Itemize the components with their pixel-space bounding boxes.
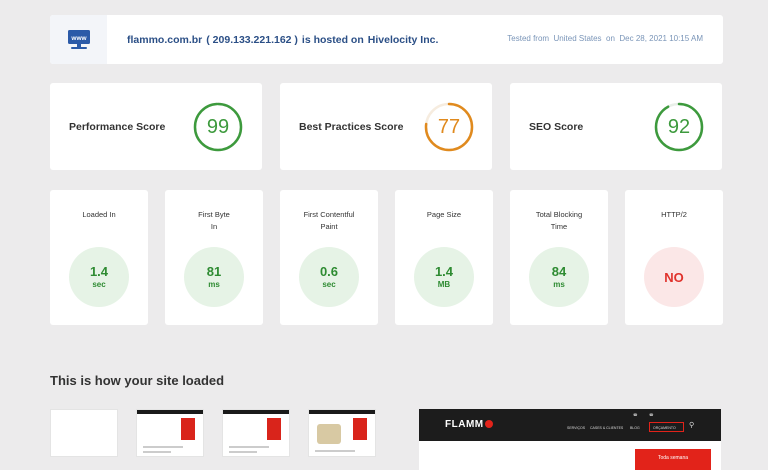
metric-value: 84 xyxy=(551,264,567,279)
metric-label: HTTP/2 xyxy=(661,210,687,219)
test-date: Dec 28, 2021 10:15 AM xyxy=(619,34,703,43)
metric-card-total-blocking-time: Total Blocking Time 84 ms xyxy=(510,190,608,325)
test-details: Tested from United States on Dec 28, 202… xyxy=(507,34,703,43)
metric-unit: sec xyxy=(92,280,106,289)
final-screenshot-preview[interactable]: FLAMM ☎ ☎ SERVIÇOS CASES & CLIENTES BLOG… xyxy=(419,409,721,470)
ip-address: ( 209.133.221.162 ) xyxy=(206,33,298,46)
score-value: 92 xyxy=(667,115,691,138)
metric-unit: ms xyxy=(553,280,565,289)
performance-score-card: Performance Score 99 xyxy=(50,83,262,170)
metric-label: First Byte In xyxy=(198,210,230,231)
svg-text:www: www xyxy=(70,35,87,42)
metric-value: 0.6 xyxy=(319,264,339,279)
metric-card-page-size: Page Size 1.4 MB xyxy=(395,190,493,325)
metric-value: NO xyxy=(664,269,684,285)
www-monitor-icon: www xyxy=(50,15,107,64)
metric-value-badge: NO xyxy=(644,247,704,307)
metric-card-first-byte: First Byte In 81 ms xyxy=(165,190,263,325)
metric-value-badge: 1.4 sec xyxy=(69,247,129,307)
host-info-bar: www flammo.com.br( 209.133.221.162 ) is h… xyxy=(50,15,723,64)
host-provider: Hivelocity Inc. xyxy=(367,33,439,46)
on-label: on xyxy=(606,34,615,43)
seo-score-card: SEO Score 92 xyxy=(510,83,722,170)
metric-value-badge: 84 ms xyxy=(529,247,589,307)
preview-nav-item: BLOG xyxy=(630,426,640,430)
score-value: 77 xyxy=(437,115,461,138)
preview-search-icon: ⚲ xyxy=(689,422,695,429)
metric-label: First Contentful Paint xyxy=(303,210,355,231)
filmstrip-frame[interactable] xyxy=(136,409,204,457)
preview-logo: FLAMM xyxy=(445,419,493,430)
filmstrip-frame[interactable] xyxy=(50,409,118,457)
metric-value: 1.4 xyxy=(434,264,454,279)
metric-unit: ms xyxy=(208,280,220,289)
metric-value-badge: 0.6 sec xyxy=(299,247,359,307)
thumbnail-image xyxy=(317,424,341,444)
metric-label: Loaded In xyxy=(82,210,116,219)
score-label: Performance Score xyxy=(69,121,166,133)
score-label: SEO Score xyxy=(529,121,584,133)
metric-value: 81 xyxy=(206,264,222,279)
score-label: Best Practices Score xyxy=(299,121,404,133)
metric-value-badge: 1.4 MB xyxy=(414,247,474,307)
preview-nav-item: SERVIÇOS xyxy=(567,426,586,430)
preview-nav-item: ORÇAMENTO xyxy=(653,426,676,430)
metric-value-badge: 81 ms xyxy=(184,247,244,307)
performance-score-gauge: 99 xyxy=(192,101,244,153)
metric-card-loaded-in: Loaded In 1.4 sec xyxy=(50,190,148,325)
metric-unit: sec xyxy=(322,280,336,289)
filmstrip-title: This is how your site loaded xyxy=(50,373,225,388)
hosted-on-text: is hosted on xyxy=(301,33,364,46)
metric-value: 1.4 xyxy=(89,264,109,279)
host-summary: flammo.com.br( 209.133.221.162 ) is hoste… xyxy=(127,34,438,46)
seo-score-gauge: 92 xyxy=(653,101,705,153)
metric-label: Page Size xyxy=(426,210,462,219)
metric-card-first-contentful-paint: First Contentful Paint 0.6 sec xyxy=(280,190,378,325)
test-location: United States xyxy=(553,34,602,43)
filmstrip-frame[interactable] xyxy=(222,409,290,457)
score-value: 99 xyxy=(206,115,230,138)
best-practices-score-card: Best Practices Score 77 xyxy=(280,83,492,170)
metric-unit: MB xyxy=(437,280,451,289)
best-practices-score-gauge: 77 xyxy=(423,101,475,153)
preview-banner: Toda semana xyxy=(635,449,711,470)
metric-card-http2: HTTP/2 NO xyxy=(625,190,723,325)
filmstrip-frame[interactable] xyxy=(308,409,376,457)
metric-label: Total Blocking Time xyxy=(535,210,583,231)
preview-contact: ☎ ☎ xyxy=(633,413,654,417)
preview-nav-item: CASES & CLIENTES xyxy=(590,426,624,430)
domain-name: flammo.com.br xyxy=(127,33,203,46)
tested-from-label: Tested from xyxy=(507,34,550,43)
